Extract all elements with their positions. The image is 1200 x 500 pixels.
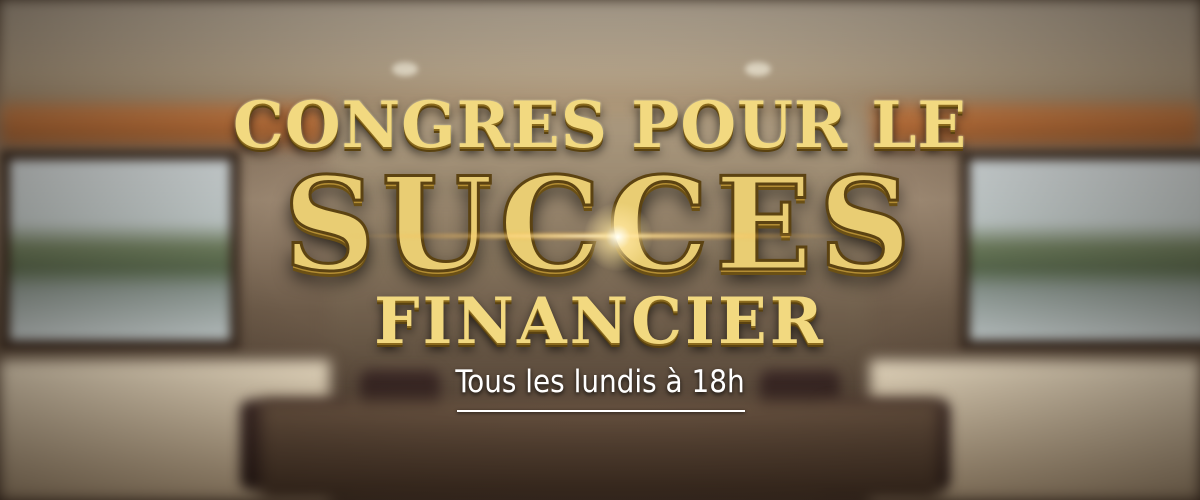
lens-flare-core (583, 202, 653, 272)
subtitle-underline (457, 410, 745, 412)
schedule-subtitle: Tous les lundis à 18h (455, 364, 745, 400)
promo-banner: CONGRES POUR LE SUCCES FINANCIER Tous le… (0, 0, 1200, 500)
headline: CONGRES POUR LE SUCCES FINANCIER Tous le… (0, 0, 1200, 500)
headline-line3: FINANCIER (374, 284, 826, 359)
